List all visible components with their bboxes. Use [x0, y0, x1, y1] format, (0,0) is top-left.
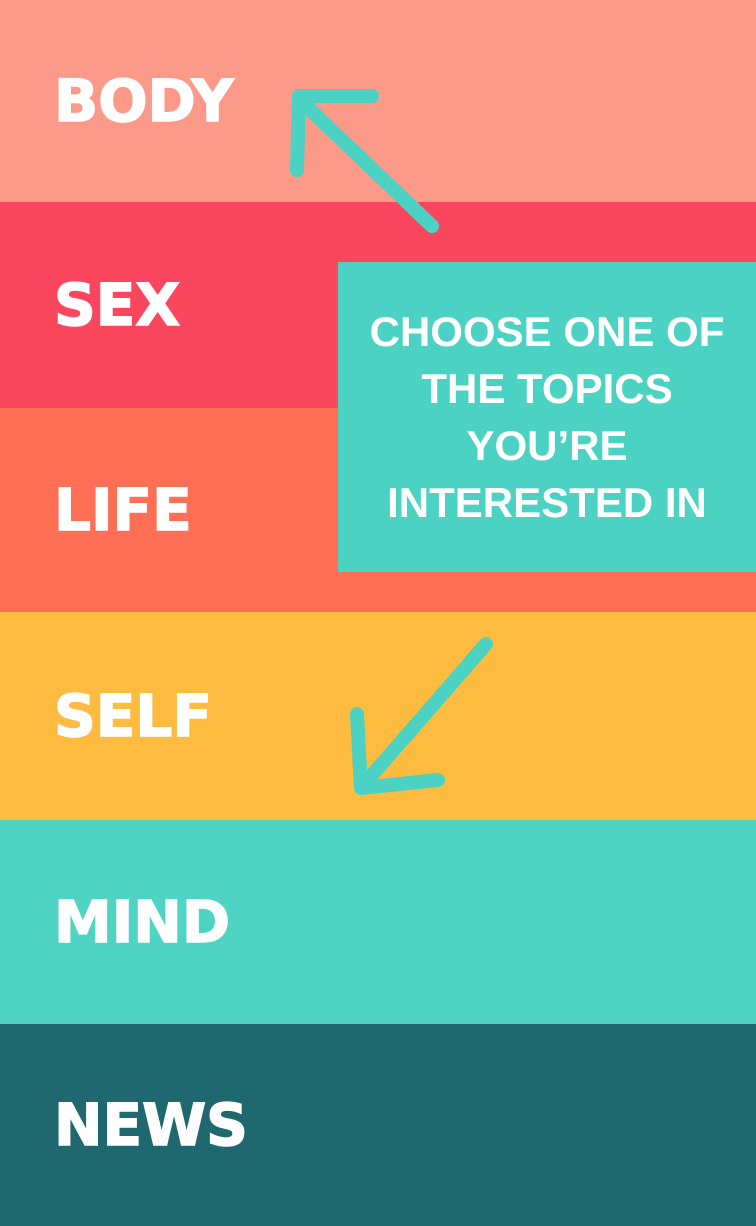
topic-sex-label: SEX	[53, 271, 181, 339]
topic-chooser-screen: BODY SEX LIFE SELF MIND NEWS CHOOSE ONE …	[0, 0, 756, 1226]
topic-body-label: BODY	[53, 67, 234, 135]
topic-news[interactable]: NEWS	[0, 1024, 756, 1226]
instruction-line: YOU’RE	[466, 422, 628, 469]
topic-mind-label: MIND	[53, 888, 230, 956]
topic-news-label: NEWS	[53, 1091, 248, 1159]
topic-mind[interactable]: MIND	[0, 820, 756, 1024]
arrow-up-left-icon	[290, 89, 439, 233]
arrow-down-left-icon	[350, 637, 493, 795]
topic-life-label: LIFE	[53, 476, 192, 544]
instruction-line: CHOOSE ONE OF	[369, 308, 725, 355]
instruction-line: THE TOPICS	[421, 365, 673, 412]
topic-self-label: SELF	[53, 682, 212, 750]
instruction-line: INTERESTED IN	[387, 479, 707, 526]
instruction-text: CHOOSE ONE OF THE TOPICS YOU’RE INTEREST…	[370, 303, 725, 531]
instruction-callout: CHOOSE ONE OF THE TOPICS YOU’RE INTEREST…	[338, 262, 756, 572]
